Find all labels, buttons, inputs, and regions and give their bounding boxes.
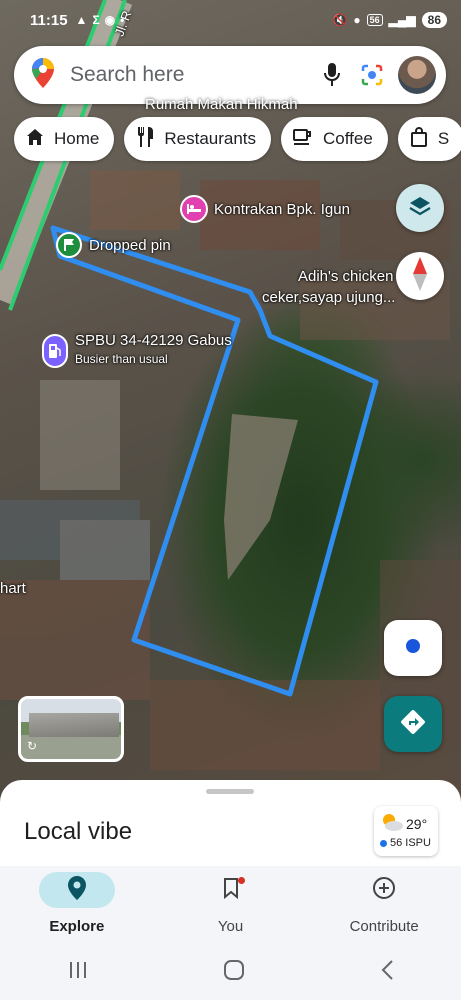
compass-button[interactable]	[396, 252, 444, 300]
nav-you[interactable]: You	[154, 866, 308, 944]
chip-label: Coffee	[323, 129, 373, 148]
street-view-thumbnail[interactable]: ↻	[18, 696, 124, 762]
directions-button[interactable]	[384, 696, 442, 752]
network-badge: 56	[366, 14, 383, 26]
place-spbu-busy: Busier than usual	[75, 352, 168, 366]
aq-dot-icon	[380, 839, 387, 847]
category-chips: Home Restaurants Coffee S	[14, 117, 461, 161]
place-adih-subtitle: ceker,sayap ujung...	[262, 289, 396, 306]
directions-icon	[400, 709, 426, 740]
status-time: 11:15	[30, 11, 68, 29]
avatar[interactable]	[398, 56, 436, 94]
street-view-360-icon: ↻	[27, 739, 38, 753]
nav-label: Explore	[49, 918, 105, 935]
plus-circle-icon	[372, 876, 396, 905]
search-input[interactable]: Search here	[70, 63, 312, 87]
bottom-nav: Explore You Contribute	[0, 866, 461, 944]
weather-card[interactable]: 29° 56 ISPU	[374, 806, 438, 856]
sheet-title: Local vibe	[24, 818, 133, 845]
fork-knife-icon	[136, 126, 154, 152]
sigma-icon: Σ	[92, 13, 100, 27]
nav-contribute-pill	[346, 872, 422, 908]
my-location-icon	[405, 638, 421, 659]
air-quality-value: 56 ISPU	[390, 837, 431, 849]
dot-icon: •	[120, 13, 125, 27]
sheet-drag-handle[interactable]	[206, 789, 254, 794]
place-adih-chicken[interactable]: Adih's chicken	[298, 268, 393, 285]
layers-icon	[408, 195, 432, 222]
explore-pin-icon	[67, 875, 86, 905]
chip-home[interactable]: Home	[14, 117, 115, 161]
nav-label: Contribute	[349, 918, 419, 935]
place-spbu[interactable]: SPBU 34-42129 Gabus	[75, 332, 232, 349]
partly-cloudy-icon	[380, 812, 404, 837]
street-view-roof	[29, 713, 119, 737]
chip-label: Home	[54, 129, 100, 148]
lodging-pin-icon[interactable]	[180, 195, 208, 223]
recents-icon[interactable]	[68, 961, 88, 984]
gas-station-pin-icon[interactable]	[42, 334, 68, 368]
place-mart[interactable]: hart	[0, 580, 26, 597]
nav-explore-pill	[38, 872, 115, 908]
notification-icons: ▲ Σ ◉ •	[76, 13, 125, 27]
system-nav-bar	[0, 944, 461, 1000]
my-location-button[interactable]	[384, 620, 442, 676]
peek-place-label[interactable]: Rumah Makan Hikmah	[145, 96, 298, 113]
chip-label: Restaurants	[164, 129, 257, 148]
layers-button[interactable]	[396, 184, 444, 232]
nav-explore[interactable]: Explore	[0, 866, 154, 944]
status-right: 🔇 ● 56 ▂▄▆ 86	[332, 12, 447, 28]
warning-icon: ▲	[75, 13, 88, 27]
microphone-icon[interactable]	[312, 55, 352, 95]
nav-label: You	[217, 918, 244, 935]
back-icon[interactable]	[380, 959, 394, 986]
notification-dot	[237, 877, 245, 884]
chip-restaurants[interactable]: Restaurants	[124, 117, 272, 161]
status-bar: 11:15 ▲ Σ ◉ • 🔇 ● 56 ▂▄▆ 86	[0, 0, 461, 40]
location-icon: ●	[353, 13, 361, 27]
temperature: 29°	[406, 816, 428, 832]
chip-label: S	[437, 129, 450, 148]
nav-contribute[interactable]: Contribute	[307, 866, 461, 944]
bag-icon	[410, 126, 428, 152]
air-quality: 56 ISPU	[380, 837, 431, 849]
home-button-icon[interactable]	[223, 959, 245, 986]
battery-level: 86	[421, 12, 447, 28]
place-dropped-pin[interactable]: Dropped pin	[89, 237, 171, 254]
mute-icon: 🔇	[332, 13, 348, 27]
chip-coffee[interactable]: Coffee	[281, 117, 388, 161]
coffee-icon	[293, 128, 313, 151]
home-icon	[26, 128, 44, 151]
app-icon: ◉	[104, 13, 116, 27]
compass-icon	[413, 256, 427, 296]
dropped-pin-icon[interactable]	[56, 232, 82, 258]
place-kontrakan[interactable]: Kontrakan Bpk. Igun	[214, 201, 350, 218]
lens-camera-icon[interactable]	[352, 55, 392, 95]
nav-you-pill	[193, 872, 269, 908]
chip-shopping[interactable]: S	[397, 117, 461, 161]
signal-icon: ▂▄▆	[388, 13, 416, 27]
maps-pin-logo-icon	[32, 57, 54, 93]
bookmark-icon	[223, 877, 239, 904]
